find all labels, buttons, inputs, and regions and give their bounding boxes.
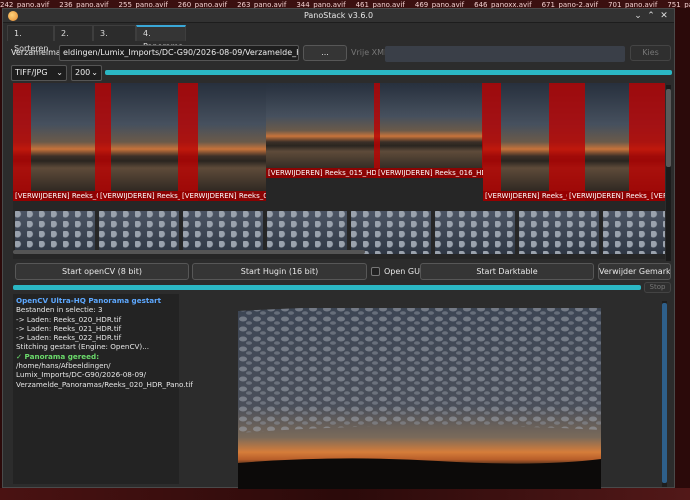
log-line: Lumix_Imports/DC-G90/2026-08-09/ xyxy=(16,370,147,380)
window-title: PanoStack v3.6.0 xyxy=(303,11,374,20)
desktop-file-name[interactable]: 751_pano.avif xyxy=(667,1,690,8)
log-scroll-handle[interactable] xyxy=(662,303,667,483)
thumbnail[interactable] xyxy=(351,211,431,254)
thumbnail[interactable] xyxy=(99,211,179,254)
load-progress-fill xyxy=(105,70,672,75)
log-line: Verzamelde_Panoramas/Reeks_020_HDR_Pano.… xyxy=(16,379,193,389)
choose-button[interactable]: Kies xyxy=(630,45,671,61)
delete-mark-overlay xyxy=(98,83,111,201)
thumbnail-caption: [VERWIJDEREN] Reeks_012_ xyxy=(13,191,108,201)
desktop-file-name[interactable]: 344_pano.avif xyxy=(296,1,345,8)
delete-mark-overlay xyxy=(180,83,198,201)
desktop-file-name[interactable]: 255_pano.avif xyxy=(119,1,168,8)
start-opencv-button[interactable]: Start openCV (8 bit) xyxy=(15,263,189,280)
thumbnail[interactable] xyxy=(603,211,665,254)
chevron-down-icon: ⌄ xyxy=(91,68,98,77)
browse-button[interactable]: ... xyxy=(303,45,347,61)
thumbnail-gallery: [VERWIJDEREN] Reeks_012_ [VERWIJDEREN] Re… xyxy=(13,83,665,259)
delete-mark-overlay xyxy=(567,83,585,201)
delete-mark-overlay xyxy=(649,83,665,201)
thumbnail-caption: [VERWIJDEREN] Reeks_016_HDR.tif xyxy=(376,168,488,178)
delete-mark-overlay xyxy=(483,83,501,201)
panorama-preview xyxy=(238,305,601,489)
stop-button[interactable]: Stop xyxy=(644,282,671,293)
thumbnail[interactable]: [VERWIJDEREN] Reeks_014_HDR.tif xyxy=(180,83,266,201)
thumbnail[interactable]: [VERWIJDEREN] Reeks_012_ xyxy=(13,83,108,201)
minimize-button[interactable]: ⌄ xyxy=(632,10,644,22)
thumbnail[interactable]: [VERWIJDEREN] Reeks_016_HDR.tif xyxy=(376,83,488,178)
desktop-file-name[interactable]: 671_pano-2.avif xyxy=(542,1,599,8)
panorama-preview-image xyxy=(238,305,601,489)
thumbnail-caption: [VERWIJDEREN] Reeks_021_ xyxy=(567,191,651,201)
desktop-background xyxy=(0,488,690,500)
gallery-horizontal-scroll-handle[interactable] xyxy=(13,250,365,254)
thumbnail-caption: [VERWIJDEREN] Reeks_015_HDR.tif xyxy=(266,168,376,178)
start-darktable-button[interactable]: Start Darktable xyxy=(420,263,594,280)
gallery-scroll-handle[interactable] xyxy=(666,89,671,167)
log-line: OpenCV Ultra-HQ Panorama gestart xyxy=(16,296,162,305)
tab-sorteren[interactable]: 1. Sorteren xyxy=(7,25,54,53)
open-gui-checkbox[interactable] xyxy=(371,267,380,276)
delete-mark-overlay xyxy=(549,83,567,201)
xmp-field[interactable] xyxy=(385,46,625,62)
thumbnail[interactable]: [VERWIJDEREN] Reeks_013_ xyxy=(98,83,184,201)
thumbnail-caption: [VERW xyxy=(649,191,665,201)
tab-panorama[interactable]: 4. Panorama xyxy=(136,25,186,51)
desktop-file-name[interactable]: 242_pano.avif xyxy=(0,1,49,8)
chevron-up-icon: ⌃ xyxy=(647,11,655,21)
thumbnail[interactable] xyxy=(15,211,95,254)
log-line: ✓ Panorama gereed: /home/hans/Afbeelding… xyxy=(16,351,111,371)
thumbnail[interactable]: [VERWIJDEREN] Reeks_020_ xyxy=(483,83,567,201)
log-line: Bestanden in selectie: 3 xyxy=(16,305,103,315)
stitch-progress-fill xyxy=(13,285,641,290)
open-gui-label: Open GUI xyxy=(384,267,423,276)
thumbnail[interactable]: [VERWIJDEREN] Reeks_015_HDR.tif xyxy=(266,83,376,178)
log-line: -> Laden: Reeks_022_HDR.tif xyxy=(16,333,122,343)
title-bar[interactable]: PanoStack v3.6.0 ⌄ ⌃ ✕ xyxy=(3,9,674,23)
format-select[interactable]: TIFF/JPG ⌄ xyxy=(11,65,67,81)
format-select-value: TIFF/JPG xyxy=(15,68,48,77)
desktop-file-name[interactable]: 646_panoxx.avif xyxy=(474,1,531,8)
log-panel: OpenCV Ultra-HQ Panorama gestart Bestande… xyxy=(13,294,193,484)
log-scrollbar[interactable] xyxy=(662,301,667,487)
thumbnail-caption: [VERWIJDEREN] Reeks_013_ xyxy=(98,191,184,201)
chevron-down-icon: ⌄ xyxy=(56,68,63,77)
stitch-progress-bar xyxy=(13,285,641,290)
thumbnail[interactable] xyxy=(435,211,515,254)
log-line: -> Laden: Reeks_021_HDR.tif xyxy=(16,323,122,333)
tab-hdr[interactable]: 2. HDR xyxy=(54,25,93,53)
desktop-file-name[interactable]: 461_pano.avif xyxy=(356,1,405,8)
thumbnail[interactable]: [VERWIJDEREN] Reeks_021_ xyxy=(567,83,651,201)
thumbnail[interactable] xyxy=(267,211,347,254)
desktop-file-name[interactable]: 701_pano.avif xyxy=(608,1,657,8)
close-icon: ✕ xyxy=(660,11,668,21)
thumbnail[interactable] xyxy=(519,211,599,254)
collection-path-field[interactable]: eldingen/Lumix_Imports/DC-G90/2026-08-09… xyxy=(59,45,299,61)
thumbnail-caption: [VERWIJDEREN] Reeks_014_HDR.tif xyxy=(180,191,266,201)
size-spinbox[interactable]: 200 ⌄ xyxy=(71,65,102,81)
thumbnail[interactable] xyxy=(183,211,263,254)
desktop-file-strip: 242_pano.avif 236_pano.avif 255_pano.avif 2… xyxy=(0,0,690,8)
close-button[interactable]: ✕ xyxy=(658,10,670,22)
delete-mark-overlay xyxy=(13,83,31,201)
delete-mark-overlay xyxy=(376,83,380,178)
log-line: Stitching gestart (Engine: OpenCV)... xyxy=(16,342,150,352)
load-progress-bar xyxy=(105,70,672,75)
app-window: PanoStack v3.6.0 ⌄ ⌃ ✕ 1. Sorteren 2. HD… xyxy=(2,8,675,489)
desktop-file-name[interactable]: 260_pano.avif xyxy=(178,1,227,8)
chevron-down-icon: ⌄ xyxy=(634,11,642,21)
delete-mark-overlay xyxy=(629,83,651,201)
gallery-vertical-scrollbar[interactable] xyxy=(666,85,671,261)
desktop-file-name[interactable]: 469_pano.avif xyxy=(415,1,464,8)
desktop-file-name[interactable]: 263_pano.avif xyxy=(237,1,286,8)
maximize-button[interactable]: ⌃ xyxy=(645,10,657,22)
thumbnail[interactable]: [VERW xyxy=(649,83,665,201)
thumbnail-caption: [VERWIJDEREN] Reeks_020_ xyxy=(483,191,567,201)
size-value: 200 xyxy=(75,68,91,77)
desktop-file-name[interactable]: 236_pano.avif xyxy=(59,1,108,8)
tab-burst[interactable]: 3. Burst xyxy=(93,25,136,53)
remove-marked-button[interactable]: Verwijder Gemarkeerd xyxy=(598,263,671,280)
start-hugin-button[interactable]: Start Hugin (16 bit) xyxy=(192,263,367,280)
log-line: -> Laden: Reeks_020_HDR.tif xyxy=(16,314,122,324)
